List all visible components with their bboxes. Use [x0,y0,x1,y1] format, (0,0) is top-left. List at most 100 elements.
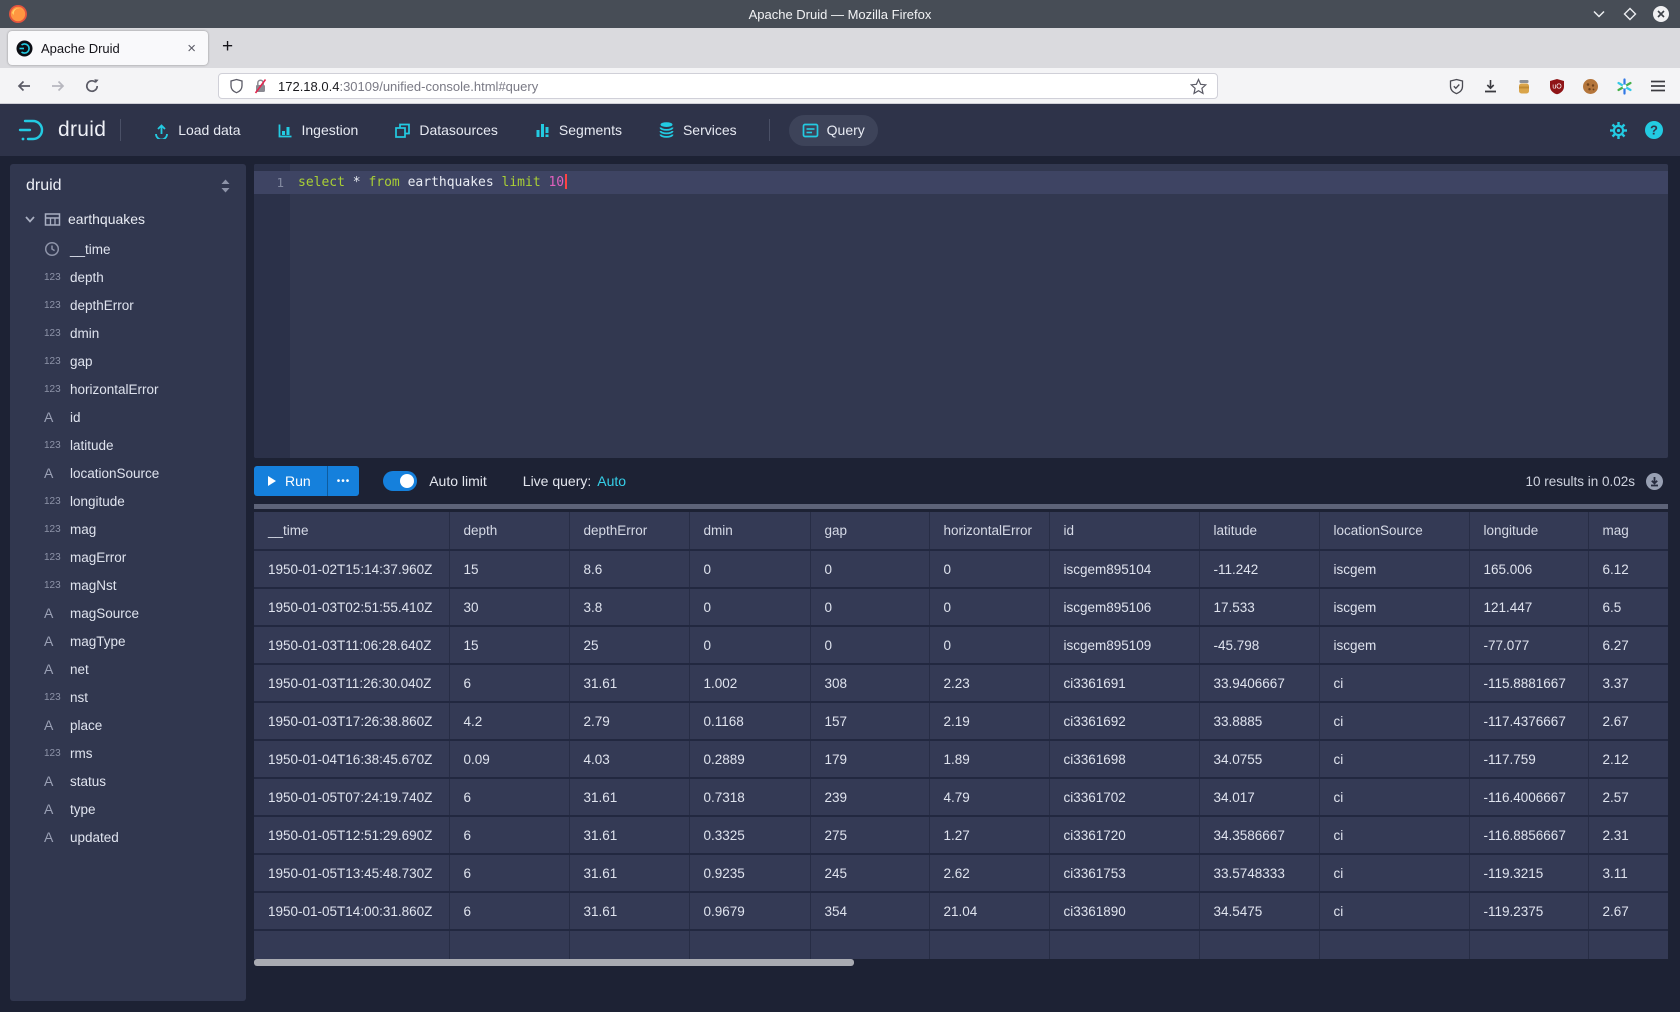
cell[interactable]: 0.9679 [689,892,810,930]
cell[interactable]: 30 [449,588,569,626]
column-header-latitude[interactable]: latitude [1199,512,1319,550]
cell[interactable]: -116.8856667 [1469,816,1588,854]
cell[interactable]: 2.67 [1588,702,1668,740]
protections-shield-icon[interactable] [1448,78,1465,95]
cell[interactable]: 0 [810,588,929,626]
cell[interactable]: 0.7318 [689,778,810,816]
browser-tab-apache-druid[interactable]: Apache Druid × [8,31,208,65]
nav-segments[interactable]: Segments [521,115,635,146]
schema-column-horizontalError[interactable]: 123horizontalError [10,375,246,403]
back-button[interactable] [16,78,32,94]
schema-column-depth[interactable]: 123depth [10,263,246,291]
cell[interactable]: ci3361720 [1049,816,1199,854]
cell[interactable]: 308 [810,664,929,702]
cell[interactable]: 2.12 [1588,740,1668,778]
schema-column-id[interactable]: Aid [10,403,246,431]
cell[interactable]: 31.61 [569,892,689,930]
bookmark-star-icon[interactable] [1190,78,1207,95]
schema-column-place[interactable]: Aplace [10,711,246,739]
cell[interactable]: 0 [689,550,810,588]
cell[interactable]: ci [1319,778,1469,816]
cell[interactable]: 0 [810,626,929,664]
live-query-value[interactable]: Auto [597,473,626,489]
schema-column-magNst[interactable]: 123magNst [10,571,246,599]
column-header-mag[interactable]: mag [1588,512,1668,550]
cell[interactable]: 1950-01-05T13:45:48.730Z [254,854,449,892]
cell[interactable]: ci [1319,816,1469,854]
cell[interactable]: -11.242 [1199,550,1319,588]
schema-column-magError[interactable]: 123magError [10,543,246,571]
cell[interactable]: ci [1319,892,1469,930]
schema-column-gap[interactable]: 123gap [10,347,246,375]
pinwheel-extension-icon[interactable] [1616,78,1633,95]
run-more-options-button[interactable]: ••• [327,466,360,496]
chevron-down-icon[interactable] [23,212,37,226]
cell[interactable]: 245 [810,854,929,892]
cell[interactable]: 31.61 [569,816,689,854]
cell[interactable]: 0 [689,626,810,664]
cell[interactable]: -119.3215 [1469,854,1588,892]
cell[interactable]: iscgem [1319,626,1469,664]
cell[interactable]: 165.006 [1469,550,1588,588]
forward-button[interactable] [50,78,66,94]
cell[interactable]: ci3361702 [1049,778,1199,816]
cell[interactable]: iscgem895109 [1049,626,1199,664]
column-header-id[interactable]: id [1049,512,1199,550]
cell[interactable]: 2.57 [1588,778,1668,816]
column-header-longitude[interactable]: longitude [1469,512,1588,550]
cell[interactable]: 2.31 [1588,816,1668,854]
window-maximize-button[interactable] [1621,5,1639,23]
cell[interactable]: 33.9406667 [1199,664,1319,702]
tab-close-icon[interactable]: × [183,40,200,57]
cell[interactable]: 1950-01-03T11:26:30.040Z [254,664,449,702]
cell[interactable]: 33.8885 [1199,702,1319,740]
schema-column-mag[interactable]: 123mag [10,515,246,543]
cell[interactable]: 34.017 [1199,778,1319,816]
sql-editor[interactable]: 1 select * from earthquakes limit 10 [254,164,1668,458]
cell[interactable]: 2.67 [1588,892,1668,930]
cell[interactable]: ci [1319,740,1469,778]
cell[interactable]: iscgem895106 [1049,588,1199,626]
cell[interactable]: 1950-01-05T14:00:31.860Z [254,892,449,930]
schema-column-__time[interactable]: __time [10,235,246,263]
cell[interactable]: 15 [449,626,569,664]
cell[interactable]: 1950-01-05T12:51:29.690Z [254,816,449,854]
schema-sort-icon[interactable] [219,178,232,194]
cell[interactable]: 1950-01-04T16:38:45.670Z [254,740,449,778]
cell[interactable]: ci3361691 [1049,664,1199,702]
window-close-button[interactable] [1652,5,1670,23]
cell[interactable]: 4.2 [449,702,569,740]
cell[interactable]: -45.798 [1199,626,1319,664]
cell[interactable]: 1.002 [689,664,810,702]
cell[interactable]: 0.3325 [689,816,810,854]
cell[interactable]: 2.62 [929,854,1049,892]
settings-gear-icon[interactable] [1609,121,1628,140]
cell[interactable]: 157 [810,702,929,740]
cell[interactable]: 0 [929,588,1049,626]
cell[interactable]: 34.5475 [1199,892,1319,930]
cookie-extension-icon[interactable] [1582,78,1599,95]
schema-column-locationSource[interactable]: AlocationSource [10,459,246,487]
reload-button[interactable] [84,78,100,94]
nav-datasources[interactable]: Datasources [381,115,511,146]
help-icon[interactable]: ? [1644,120,1664,140]
cell[interactable]: 0.1168 [689,702,810,740]
run-button[interactable]: Run [254,466,327,496]
cell[interactable]: 1950-01-03T17:26:38.860Z [254,702,449,740]
cell[interactable]: 0.2889 [689,740,810,778]
schema-column-net[interactable]: Anet [10,655,246,683]
schema-column-type[interactable]: Atype [10,795,246,823]
schema-column-depthError[interactable]: 123depthError [10,291,246,319]
cell[interactable]: 1950-01-03T11:06:28.640Z [254,626,449,664]
cell[interactable]: ci [1319,854,1469,892]
cell[interactable]: 8.6 [569,550,689,588]
cell[interactable]: 4.79 [929,778,1049,816]
cell[interactable]: 354 [810,892,929,930]
cell[interactable]: iscgem [1319,588,1469,626]
cell[interactable]: 6 [449,854,569,892]
schema-column-magSource[interactable]: AmagSource [10,599,246,627]
column-header-horizontalError[interactable]: horizontalError [929,512,1049,550]
cell[interactable]: -117.759 [1469,740,1588,778]
cell[interactable]: 1950-01-03T02:51:55.410Z [254,588,449,626]
url-bar[interactable]: 172.18.0.4:30109/unified-console.html#qu… [218,73,1218,99]
